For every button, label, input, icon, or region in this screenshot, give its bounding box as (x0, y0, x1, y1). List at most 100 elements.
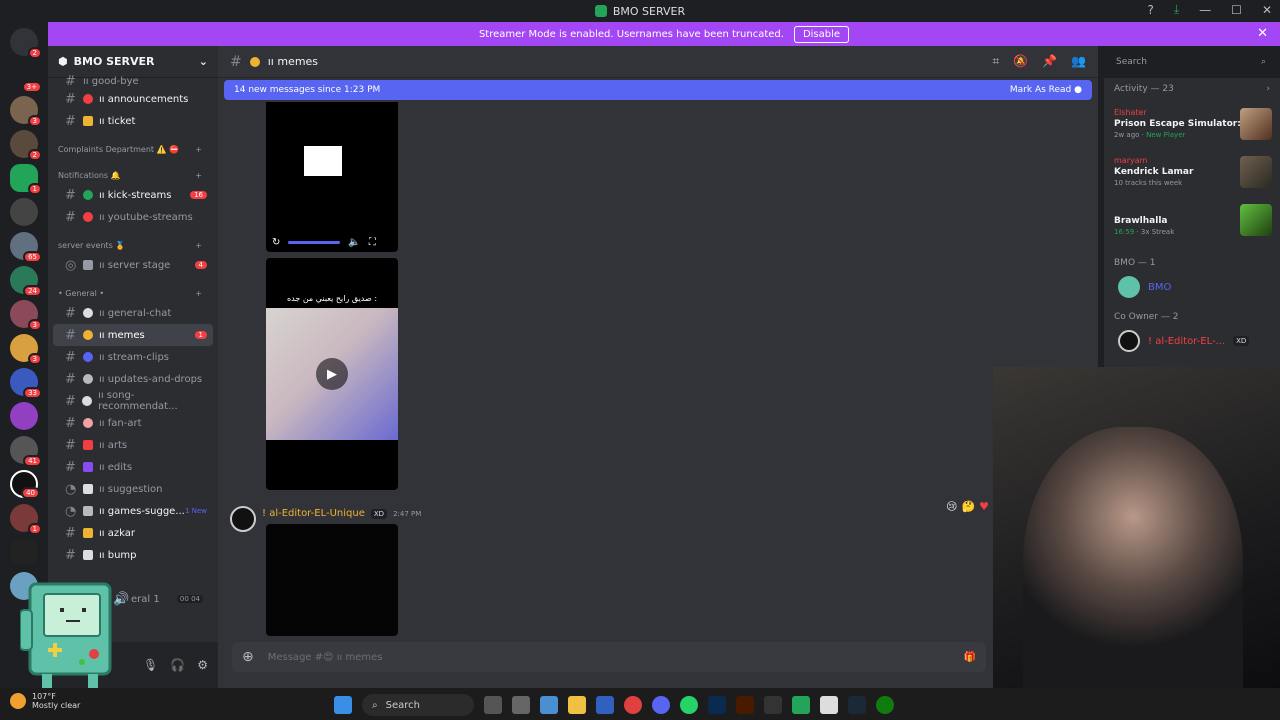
avatar[interactable] (230, 506, 256, 532)
channel-youtube-streams[interactable]: # ıı youtube-streams (53, 206, 213, 228)
notifications-mute-icon[interactable]: 🔕 (1013, 54, 1028, 69)
server-icon[interactable]: 65 (10, 232, 42, 263)
pinned-messages-icon[interactable]: 📌 (1042, 54, 1057, 69)
microphone-icon[interactable]: 🎙 (143, 658, 158, 672)
channel-updates-and-drops[interactable]: # ıı updates-and-drops (53, 368, 213, 390)
xbox-icon[interactable] (876, 696, 894, 714)
task-view-icon[interactable] (484, 696, 502, 714)
channel-bump[interactable]: # ıı bump (53, 544, 213, 566)
photoshop-icon[interactable] (708, 696, 726, 714)
camera-icon[interactable] (512, 696, 530, 714)
member-bmo[interactable]: BMO (1104, 272, 1280, 302)
member-co-owner[interactable]: ! al-Editor-EL-... XD (1104, 326, 1280, 356)
settings-icon[interactable] (540, 696, 558, 714)
category-complaints[interactable]: Complaints Department ⚠️ ⛔ + (48, 132, 218, 158)
channel-memes[interactable]: # ıı memes 1 (53, 324, 213, 346)
gift-icon[interactable]: 🎁 (964, 652, 976, 663)
server-icon[interactable]: 33 (10, 368, 42, 399)
server-icon[interactable]: 40 (10, 470, 40, 499)
add-attachment-icon[interactable]: ⊕ (242, 649, 254, 665)
add-channel-icon[interactable]: + (195, 241, 202, 250)
help-icon[interactable]: ? (1147, 3, 1153, 17)
progress-bar[interactable] (288, 241, 341, 244)
channel-server-stage[interactable]: ◎ ıı server stage 4 (53, 254, 213, 276)
category-notifications[interactable]: Notifications 🔔 + (48, 158, 218, 184)
server-icon[interactable]: 3 (10, 334, 42, 365)
weather-widget[interactable]: 107°F Mostly clear (10, 692, 80, 710)
discord-icon[interactable] (652, 696, 670, 714)
message-author-name[interactable]: ! al-Editor-EL-Unique (262, 508, 365, 519)
channel-fan-art[interactable]: # ıı fan-art (53, 412, 213, 434)
windows-start-icon[interactable] (334, 696, 352, 714)
replay-icon[interactable]: ↻ (272, 237, 280, 248)
video-player[interactable]: ↻ 🔈 ⛶ (266, 102, 398, 252)
member-list-icon[interactable]: 👥 (1071, 54, 1086, 69)
steam-icon[interactable] (848, 696, 866, 714)
channel-song-recommendations[interactable]: # ıı song-recommendat... (53, 390, 213, 412)
direct-messages-icon[interactable]: 2 (10, 28, 42, 59)
threads-icon[interactable]: ⌗ (992, 54, 999, 69)
activity-card[interactable]: Elshater Prison Escape Simulator: D... 2… (1110, 104, 1274, 148)
settings-gear-icon[interactable]: ⚙ (197, 658, 208, 672)
server-icon[interactable] (10, 538, 38, 566)
channel-kick-streams[interactable]: # ıı kick-streams 16 (53, 184, 213, 206)
chrome-icon[interactable] (624, 696, 642, 714)
channel-suggestion[interactable]: ◔ ıı suggestion (53, 478, 213, 500)
new-messages-bar[interactable]: 14 new messages since 1:23 PM Mark As Re… (224, 80, 1092, 100)
taskbar-search[interactable]: ⌕ Search (362, 694, 474, 716)
server-icon[interactable]: 3 (10, 300, 42, 331)
message-input[interactable]: Message #😍 ıı memes (268, 652, 383, 663)
disable-button[interactable]: Disable (793, 25, 850, 43)
channel-edits[interactable]: # ıı edits (53, 456, 213, 478)
close-window-icon[interactable]: ✕ (1262, 3, 1272, 17)
category-general[interactable]: • General • + (48, 276, 218, 302)
app-icon[interactable] (792, 696, 810, 714)
server-icon[interactable]: 1 (10, 504, 42, 535)
maximize-icon[interactable]: ☐ (1231, 3, 1242, 17)
thinking-emoji-icon[interactable]: 🤔 (961, 500, 975, 513)
add-channel-icon[interactable]: + (195, 289, 202, 298)
server-icon[interactable]: 41 (10, 436, 42, 467)
server-icon[interactable] (10, 402, 38, 430)
epic-games-icon[interactable] (764, 696, 782, 714)
crying-emoji-icon[interactable]: 😢 (946, 500, 957, 513)
video-player[interactable]: صديق رايح يعبني من جده : ▶ (266, 258, 398, 490)
download-icon[interactable]: ⤓ (1174, 2, 1179, 17)
notepad-icon[interactable] (820, 696, 838, 714)
illustrator-icon[interactable] (736, 696, 754, 714)
activity-header[interactable]: Activity — 23 › (1104, 78, 1280, 100)
add-channel-icon[interactable]: + (195, 145, 202, 154)
message-composer[interactable]: ⊕ Message #😍 ıı memes 🎁 (232, 642, 986, 672)
channel-azkar[interactable]: # ıı azkar (53, 522, 213, 544)
add-channel-icon[interactable]: + (195, 171, 202, 180)
channel-games-suggestions[interactable]: ◔ ıı games-sugge... 1 New (53, 500, 213, 522)
notification-bell-icon[interactable]: 3+ (10, 62, 42, 93)
search-input[interactable]: Search ⌕ (1110, 52, 1272, 72)
store-icon[interactable] (596, 696, 614, 714)
mark-as-read-button[interactable]: Mark As Read ● (1010, 85, 1082, 95)
banner-close-icon[interactable]: ✕ (1257, 26, 1268, 41)
category-server-events[interactable]: server events 🏅 + (48, 228, 218, 254)
whatsapp-icon[interactable] (680, 696, 698, 714)
fullscreen-icon[interactable]: ⛶ (369, 237, 376, 248)
activity-card[interactable]: Brawlhalla 16:59 · 3x Streak (1110, 200, 1274, 244)
server-icon[interactable]: 3 (10, 96, 42, 127)
server-icon[interactable] (10, 198, 38, 226)
channel-announcements[interactable]: # ıı announcements (53, 88, 213, 110)
heart-emoji-icon[interactable]: ♥ (979, 500, 989, 513)
server-icon[interactable]: 24 (10, 266, 42, 297)
headphones-icon[interactable]: 🎧 (170, 658, 185, 672)
play-button-icon[interactable]: ▶ (316, 358, 348, 390)
volume-icon[interactable]: 🔈 (348, 237, 360, 248)
channel-ticket[interactable]: # ıı ticket (53, 110, 213, 132)
server-icon[interactable]: 1 (10, 164, 42, 195)
activity-card[interactable]: maryam Kendrick Lamar 10 tracks this wee… (1110, 152, 1274, 196)
channel-general-chat[interactable]: # ıı general-chat (53, 302, 213, 324)
channel-stream-clips[interactable]: # ıı stream-clips (53, 346, 213, 368)
channel-arts[interactable]: # ıı arts (53, 434, 213, 456)
video-player[interactable] (266, 524, 398, 636)
channel-good-bye[interactable]: # ıı good-bye (53, 74, 213, 89)
file-explorer-icon[interactable] (568, 696, 586, 714)
minimize-icon[interactable]: — (1199, 3, 1211, 17)
server-icon[interactable]: 2 (10, 130, 42, 161)
